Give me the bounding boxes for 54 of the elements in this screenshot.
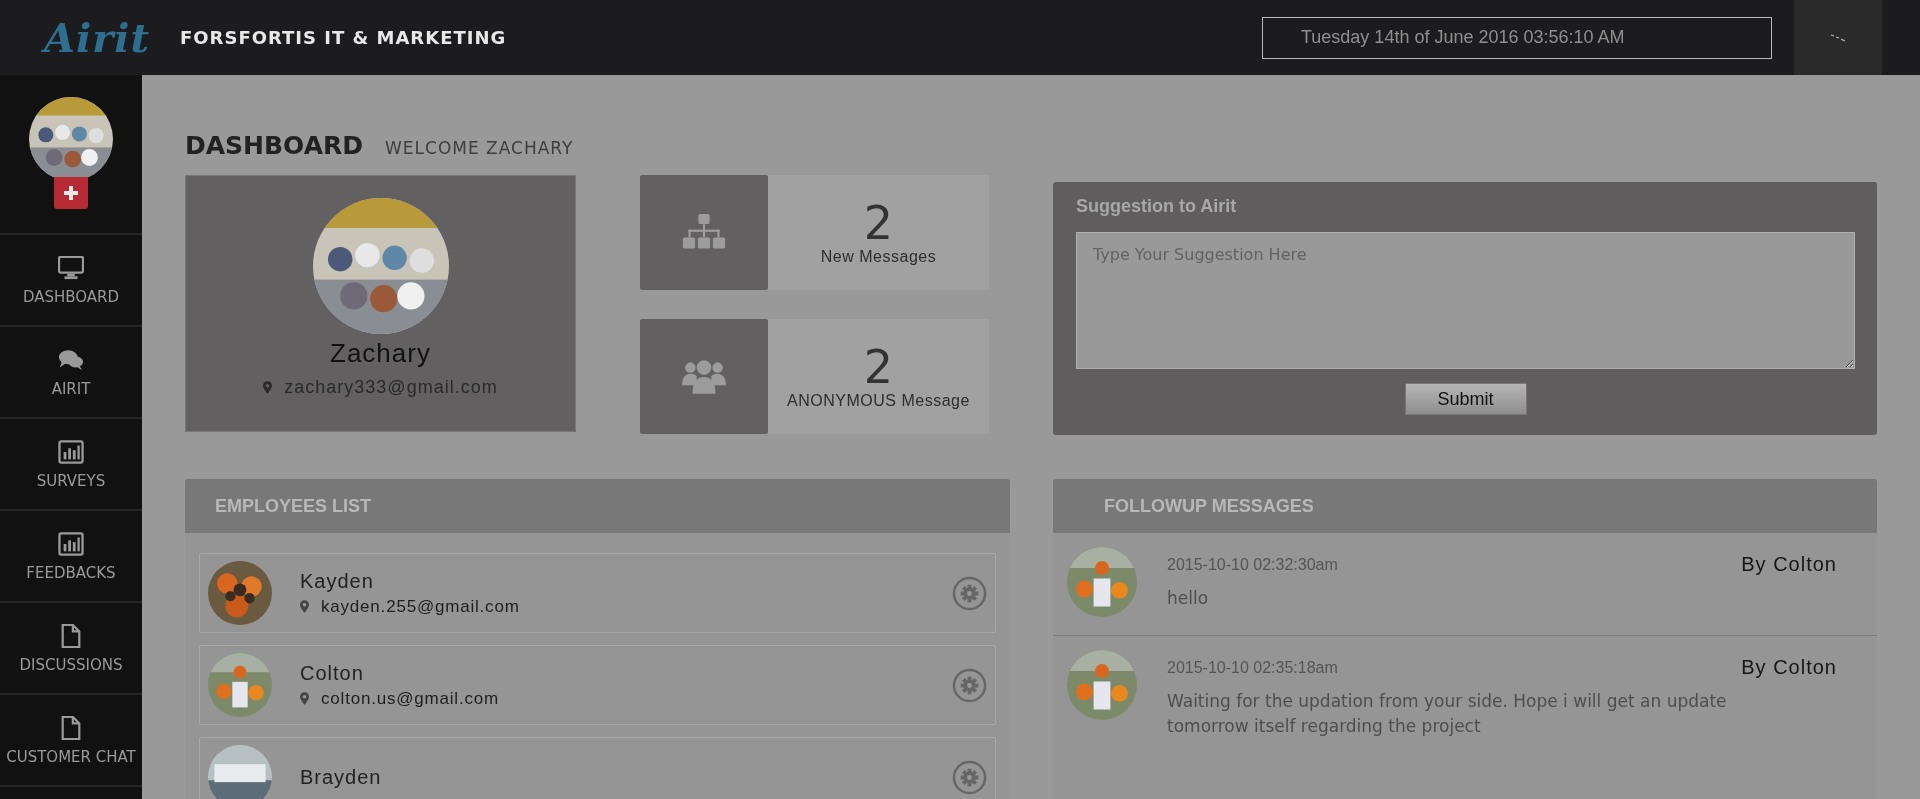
message-author: By Colton [1741, 655, 1837, 679]
stat-label: ANONYMOUS Message [787, 391, 970, 410]
stat-count: 2 [863, 343, 894, 392]
employee-name: Kayden [300, 569, 375, 593]
monitor-icon [58, 255, 84, 280]
sidebar-label: CUSTOMER CHAT [6, 749, 136, 765]
toggle-button[interactable] [1794, 0, 1882, 75]
dashes-icon [1830, 32, 1846, 43]
sidebar-item[interactable]: DISCUSSIONS [0, 603, 142, 695]
bar-chart-icon [58, 531, 84, 556]
date-time-display: Tuesday 14th of June 2016 03:56:10 AM [1262, 16, 1772, 59]
location-pin-icon [300, 600, 309, 613]
message-time: 2015-10-10 02:32:30am [1167, 556, 1339, 574]
employee-email: kayden.255@gmail.com [321, 596, 520, 617]
welcome-text: WELCOME ZACHARY [385, 138, 574, 158]
sidebar-label: DASHBOARD [22, 289, 120, 305]
panel-title: Suggestion to Airit [1076, 196, 1237, 217]
employee-row[interactable]: Kayden kayden.255@gmail.com [199, 553, 996, 633]
panel-title: EMPLOYEES LIST [215, 495, 372, 517]
submit-button[interactable]: Submit [1404, 383, 1527, 415]
page-title: DASHBOARD [185, 131, 363, 160]
profile-name: Zachary [330, 338, 431, 369]
message-text: Waiting for the updation from your side. Hope i will get an update tomorrow itself regarding the project [1167, 690, 1728, 738]
sidebar-label: FEEDBACKS [26, 565, 116, 581]
chat-icon [58, 347, 84, 372]
employee-row[interactable]: Colton colton.us@gmail.com [199, 645, 996, 725]
stat-count: 2 [863, 199, 894, 248]
message-text: hello [1167, 587, 1210, 610]
employee-name: Colton [300, 661, 365, 685]
plus-icon [63, 185, 79, 201]
sidebar-label: DISCUSSIONS [19, 657, 123, 673]
sidebar-item[interactable]: FEEDBACKS [0, 511, 142, 603]
bar-chart-icon [58, 439, 84, 464]
message-author: By Colton [1741, 552, 1837, 576]
panel-title: FOLLOWUP MESSAGES [1104, 495, 1314, 517]
employee-email: colton.us@gmail.com [321, 688, 499, 709]
location-pin-icon [300, 692, 309, 705]
add-photo-button[interactable] [54, 177, 88, 209]
sidebar-item[interactable]: DASHBOARD [0, 235, 142, 327]
settings-icon[interactable] [952, 575, 987, 611]
sidebar-label: AIRIT [51, 381, 91, 397]
company-name: FORSFORTIS IT & MARKETING [180, 27, 507, 48]
settings-icon[interactable] [952, 667, 987, 703]
sidebar-item[interactable]: SURVEYS [0, 419, 142, 511]
settings-icon[interactable] [952, 759, 987, 795]
profile-email: zachary333@gmail.com [284, 377, 498, 398]
employee-row[interactable]: Brayden [199, 737, 996, 799]
stat-label: New Messages [820, 247, 937, 266]
location-pin-icon [263, 381, 273, 394]
sidebar-label: SURVEYS [36, 473, 106, 489]
sidebar-item[interactable]: AIRIT [0, 327, 142, 419]
employee-name: Brayden [300, 765, 382, 789]
message-time: 2015-10-10 02:35:18am [1167, 659, 1339, 677]
sidebar-item[interactable]: CUSTOMER CHAT [0, 695, 142, 787]
